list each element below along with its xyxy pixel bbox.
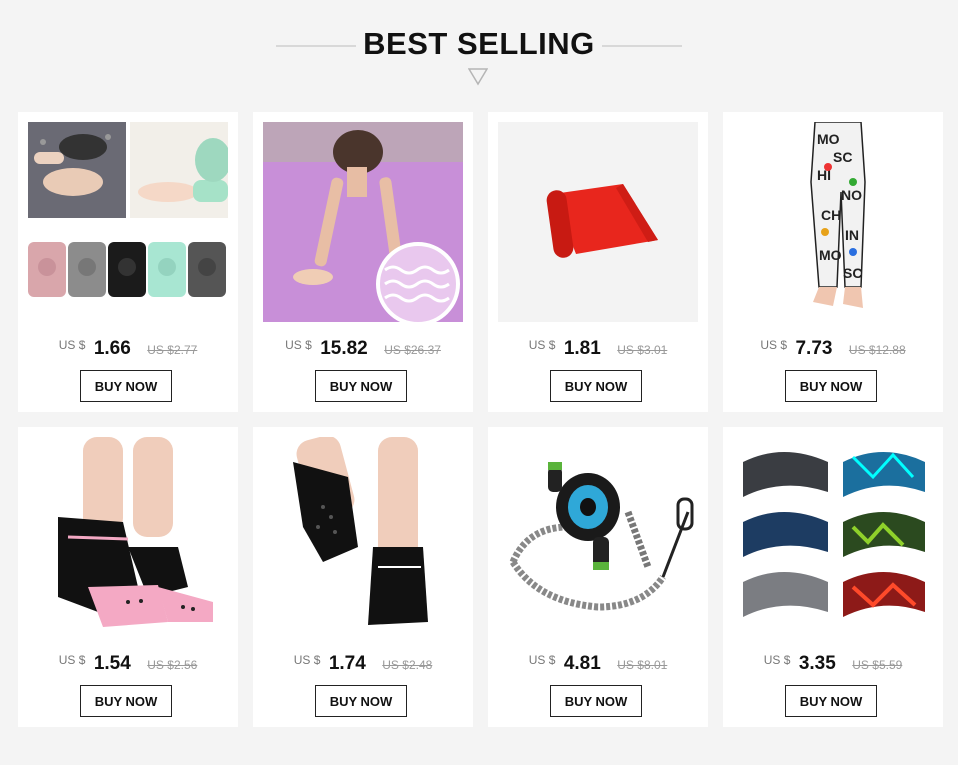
sale-price: 1.54 [93, 653, 131, 674]
price-row: US $ 1.54 US $2.56 [18, 653, 238, 675]
buy-now-button[interactable]: BUY NOW [785, 370, 877, 402]
price-row: US $ 1.66 US $2.77 [18, 338, 238, 360]
product-image-cat-yoga-socks[interactable] [28, 437, 228, 637]
svg-text:SC: SC [843, 265, 862, 281]
product-card: US $ 1.54 US $2.56 BUY NOW [18, 427, 238, 727]
price-row: US $ 1.81 US $3.01 [488, 338, 708, 360]
product-card: MO SC HI NO CH IN MO SC US $ 7.73 US $12.88 B… [723, 112, 943, 412]
section-header: BEST SELLING [0, 0, 958, 100]
currency-label: US $ [58, 653, 86, 667]
price-row: US $ 3.35 US $5.59 [723, 653, 943, 675]
sale-price: 7.73 [795, 338, 833, 359]
original-price: US $8.01 [617, 658, 668, 672]
buy-now-button[interactable]: BUY NOW [315, 370, 407, 402]
sale-price: 3.35 [798, 653, 836, 674]
currency-label: US $ [763, 653, 791, 667]
section-title: BEST SELLING [363, 26, 595, 61]
price-row: US $ 15.82 US $26.37 [253, 338, 473, 360]
original-price: US $2.48 [382, 658, 433, 672]
original-price: US $5.59 [852, 658, 903, 672]
product-card: US $ 15.82 US $26.37 BUY NOW [253, 112, 473, 412]
product-image-sport-headbands[interactable] [733, 437, 933, 637]
buy-now-button[interactable]: BUY NOW [80, 370, 172, 402]
product-card: US $ 4.81 US $8.01 BUY NOW [488, 427, 708, 727]
product-image-resistance-band[interactable] [498, 122, 698, 322]
product-image-yoga-mat[interactable] [263, 122, 463, 322]
currency-label: US $ [528, 653, 556, 667]
sale-price: 1.74 [328, 653, 366, 674]
product-grid: US $ 1.66 US $2.77 BUY NOW US $ 15.82 US… [18, 112, 943, 727]
original-price: US $3.01 [617, 343, 668, 357]
svg-text:IN: IN [845, 227, 859, 243]
product-card: US $ 1.81 US $3.01 BUY NOW [488, 112, 708, 412]
currency-label: US $ [528, 338, 556, 352]
original-price: US $2.77 [147, 343, 198, 357]
svg-text:MO: MO [819, 247, 842, 263]
buy-now-button[interactable]: BUY NOW [80, 685, 172, 717]
price-row: US $ 4.81 US $8.01 [488, 653, 708, 675]
product-image-printed-leggings[interactable]: MO SC HI NO CH IN MO SC [733, 122, 933, 322]
svg-text:SC: SC [833, 149, 852, 165]
price-row: US $ 7.73 US $12.88 [723, 338, 943, 360]
svg-text:NO: NO [841, 187, 862, 203]
sale-price: 1.66 [93, 338, 131, 359]
product-card: US $ 3.35 US $5.59 BUY NOW [723, 427, 943, 727]
sale-price: 4.81 [563, 653, 601, 674]
sale-price: 15.82 [320, 338, 368, 359]
svg-text:CH: CH [821, 207, 841, 223]
currency-label: US $ [58, 338, 86, 352]
svg-text:MO: MO [817, 131, 840, 147]
product-card: US $ 1.74 US $2.48 BUY NOW [253, 427, 473, 727]
product-image-black-yoga-socks[interactable] [263, 437, 463, 637]
buy-now-button[interactable]: BUY NOW [550, 370, 642, 402]
price-row: US $ 1.74 US $2.48 [253, 653, 473, 675]
triangle-down-icon [468, 68, 488, 86]
product-card: US $ 1.66 US $2.77 BUY NOW [18, 112, 238, 412]
original-price: US $12.88 [848, 343, 906, 357]
product-image-ab-wheel-roller[interactable] [498, 437, 698, 637]
product-image-baby-knee-pads[interactable] [28, 122, 228, 322]
sale-price: 1.81 [563, 338, 601, 359]
currency-label: US $ [760, 338, 788, 352]
buy-now-button[interactable]: BUY NOW [785, 685, 877, 717]
original-price: US $2.56 [147, 658, 198, 672]
original-price: US $26.37 [384, 343, 441, 357]
buy-now-button[interactable]: BUY NOW [550, 685, 642, 717]
header-divider-right [602, 45, 682, 47]
buy-now-button[interactable]: BUY NOW [315, 685, 407, 717]
currency-label: US $ [293, 653, 321, 667]
currency-label: US $ [285, 338, 312, 352]
